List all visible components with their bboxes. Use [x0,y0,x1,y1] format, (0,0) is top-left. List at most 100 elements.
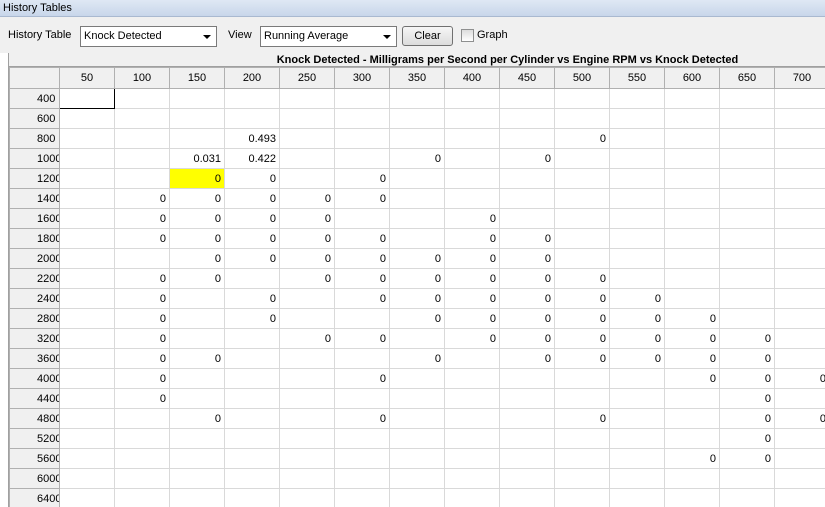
table-cell[interactable]: 0 [499,288,555,309]
table-cell[interactable] [774,208,825,229]
table-cell[interactable] [59,408,115,429]
table-cell[interactable] [774,88,825,109]
table-cell[interactable] [609,408,665,429]
table-cell[interactable] [719,108,775,129]
table-cell[interactable]: 0 [609,348,665,369]
table-cell[interactable]: 0 [279,248,335,269]
table-cell[interactable] [609,208,665,229]
table-cell[interactable]: 0 [224,208,280,229]
table-cell[interactable] [664,228,720,249]
table-cell[interactable] [774,468,825,489]
table-cell[interactable] [334,428,390,449]
table-cell[interactable] [609,228,665,249]
table-cell[interactable] [114,128,170,149]
table-cell[interactable] [664,108,720,129]
table-cell[interactable] [444,348,500,369]
table-cell[interactable] [389,488,445,507]
table-cell[interactable] [114,88,170,109]
table-cell[interactable]: 0 [774,368,825,389]
table-cell[interactable]: 0 [279,328,335,349]
table-cell[interactable]: 0 [719,388,775,409]
table-cell[interactable] [664,248,720,269]
table-cell[interactable] [719,488,775,507]
clear-button[interactable]: Clear [402,26,453,46]
table-cell[interactable] [389,128,445,149]
table-cell[interactable] [224,448,280,469]
table-cell[interactable] [444,168,500,189]
table-cell[interactable]: 0 [389,288,445,309]
table-cell[interactable]: 0 [554,128,610,149]
table-cell[interactable] [774,348,825,369]
table-cell[interactable] [114,448,170,469]
table-cell[interactable]: 0 [554,328,610,349]
table-cell[interactable] [499,208,555,229]
table-cell[interactable] [59,428,115,449]
table-cell[interactable]: 0 [114,308,170,329]
table-cell[interactable] [554,468,610,489]
table-cell[interactable] [224,328,280,349]
table-cell[interactable] [224,268,280,289]
table-cell[interactable] [444,488,500,507]
table-cell[interactable] [554,388,610,409]
table-cell[interactable]: 0 [554,308,610,329]
table-cell[interactable] [444,88,500,109]
table-cell[interactable] [774,328,825,349]
table-cell[interactable] [774,488,825,507]
table-cell[interactable]: 0 [499,328,555,349]
table-cell[interactable] [279,148,335,169]
table-cell[interactable] [334,448,390,469]
table-cell[interactable]: 0 [334,368,390,389]
table-cell[interactable] [444,468,500,489]
table-cell[interactable] [334,308,390,329]
table-cell[interactable] [279,488,335,507]
table-cell[interactable] [719,288,775,309]
table-cell[interactable] [224,468,280,489]
table-cell[interactable] [609,88,665,109]
table-cell[interactable]: 0 [334,248,390,269]
table-cell[interactable] [719,88,775,109]
table-cell[interactable]: 0 [114,208,170,229]
table-cell[interactable] [59,448,115,469]
table-cell[interactable] [59,488,115,507]
table-cell[interactable]: 0 [114,228,170,249]
table-cell[interactable] [114,428,170,449]
table-cell[interactable] [169,88,225,109]
table-cell[interactable] [554,108,610,129]
table-cell[interactable] [59,388,115,409]
table-cell[interactable] [279,88,335,109]
table-cell[interactable]: 0 [609,328,665,349]
table-cell[interactable] [719,228,775,249]
table-cell[interactable] [664,468,720,489]
table-cell[interactable]: 0 [334,408,390,429]
table-cell[interactable]: 0 [719,428,775,449]
table-cell[interactable]: 0 [554,408,610,429]
table-cell[interactable] [224,108,280,129]
table-cell[interactable]: 0 [774,408,825,429]
table-cell[interactable] [334,348,390,369]
table-cell[interactable] [554,228,610,249]
table-cell[interactable] [609,188,665,209]
table-cell[interactable] [334,388,390,409]
table-cell[interactable]: 0.422 [224,148,280,169]
table-cell[interactable] [389,408,445,429]
table-cell[interactable] [609,268,665,289]
table-cell[interactable]: 0 [169,248,225,269]
table-cell[interactable] [224,488,280,507]
table-cell[interactable] [389,228,445,249]
table-cell[interactable]: 0 [554,288,610,309]
table-cell[interactable] [499,88,555,109]
table-cell[interactable]: 0 [169,408,225,429]
table-cell[interactable]: 0 [499,228,555,249]
table-cell[interactable] [59,268,115,289]
table-cell[interactable]: 0 [169,188,225,209]
table-cell[interactable] [59,328,115,349]
table-cell[interactable]: 0 [664,368,720,389]
table-cell[interactable]: 0 [334,228,390,249]
table-cell[interactable] [719,308,775,329]
table-cell[interactable] [774,148,825,169]
table-cell[interactable] [114,248,170,269]
table-cell[interactable]: 0 [169,168,225,189]
table-cell[interactable] [719,188,775,209]
table-cell[interactable] [59,88,115,109]
table-cell[interactable]: 0 [224,168,280,189]
